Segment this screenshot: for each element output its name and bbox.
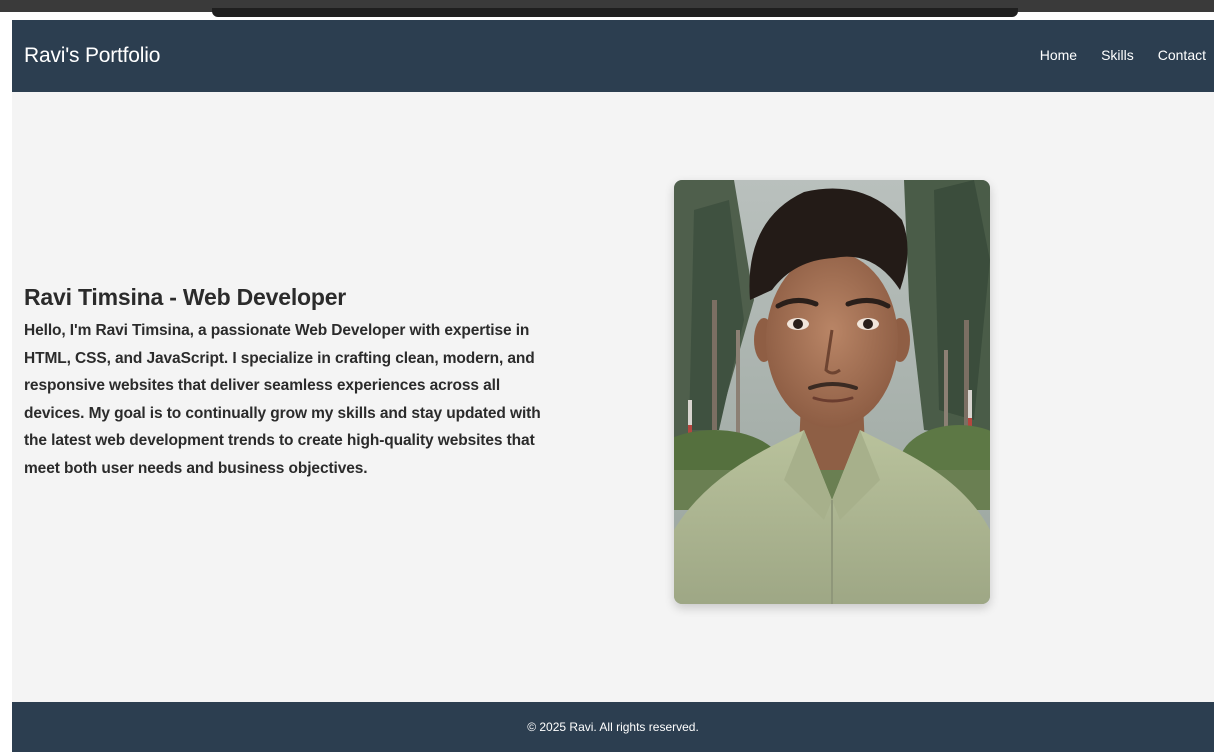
browser-tab-bar [212,8,1018,17]
hero-text: Ravi Timsina - Web Developer Hello, I'm … [24,284,564,482]
nav-links: Home Skills Contact [1040,47,1206,63]
page: Ravi's Portfolio Home Skills Contact Rav… [12,20,1214,752]
footer-copyright: © 2025 Ravi. All rights reserved. [527,720,699,734]
nav-link-skills[interactable]: Skills [1101,47,1134,63]
brand-title[interactable]: Ravi's Portfolio [24,44,160,68]
browser-chrome [0,0,1214,20]
hero-description: Hello, I'm Ravi Timsina, a passionate We… [24,322,541,477]
hero-title: Ravi Timsina - Web Developer [24,284,347,310]
nav-link-home[interactable]: Home [1040,47,1077,63]
profile-photo [674,180,990,604]
nav-link-contact[interactable]: Contact [1158,47,1206,63]
footer: © 2025 Ravi. All rights reserved. [12,702,1214,752]
navbar: Ravi's Portfolio Home Skills Contact [12,20,1214,92]
